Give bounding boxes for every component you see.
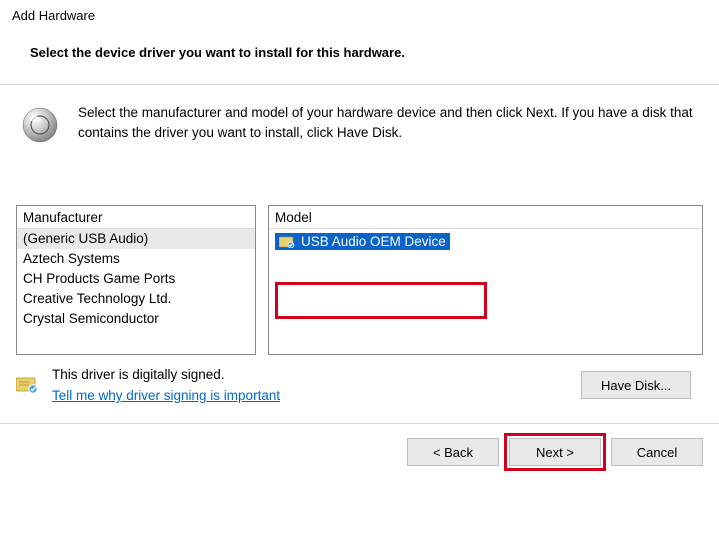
manufacturer-list[interactable]: (Generic USB Audio) Aztech Systems CH Pr… — [17, 229, 255, 352]
manufacturer-item[interactable]: (Generic USB Audio) — [17, 229, 255, 249]
manufacturer-item[interactable]: Aztech Systems — [17, 249, 255, 269]
lists-row: Manufacturer (Generic USB Audio) Aztech … — [0, 205, 719, 355]
signature-text: This driver is digitally signed. Tell me… — [52, 367, 280, 403]
manufacturer-header: Manufacturer — [17, 206, 255, 229]
model-item-label: USB Audio OEM Device — [301, 234, 446, 249]
signature-status: This driver is digitally signed. — [52, 367, 280, 382]
cert-badge-icon — [16, 377, 38, 393]
window-title: Add Hardware — [0, 0, 719, 31]
model-item[interactable]: USB Audio OEM Device — [275, 233, 450, 250]
cancel-button[interactable]: Cancel — [611, 438, 703, 466]
back-button[interactable]: < Back — [407, 438, 499, 466]
signing-info-link[interactable]: Tell me why driver signing is important — [52, 388, 280, 403]
signature-row: This driver is digitally signed. Tell me… — [0, 355, 719, 403]
manufacturer-item[interactable]: CH Products Game Ports — [17, 269, 255, 289]
footer-buttons: < Back Next > Cancel — [0, 424, 719, 480]
have-disk-button[interactable]: Have Disk... — [581, 371, 691, 399]
manufacturer-item[interactable]: Crystal Semiconductor — [17, 309, 255, 329]
instruction-text: Select the manufacturer and model of you… — [78, 103, 695, 142]
model-list[interactable]: USB Audio OEM Device — [269, 229, 702, 255]
device-orb-icon — [20, 105, 60, 145]
model-panel: Model USB Audio OEM Device — [268, 205, 703, 355]
page-heading: Select the device driver you want to ins… — [30, 45, 689, 60]
cert-badge-icon — [279, 236, 295, 248]
model-header: Model — [269, 206, 702, 229]
manufacturer-item[interactable]: Creative Technology Ltd. — [17, 289, 255, 309]
manufacturer-panel: Manufacturer (Generic USB Audio) Aztech … — [16, 205, 256, 355]
heading-area: Select the device driver you want to ins… — [0, 31, 719, 84]
next-button[interactable]: Next > — [509, 438, 601, 466]
instruction-row: Select the manufacturer and model of you… — [0, 85, 719, 157]
